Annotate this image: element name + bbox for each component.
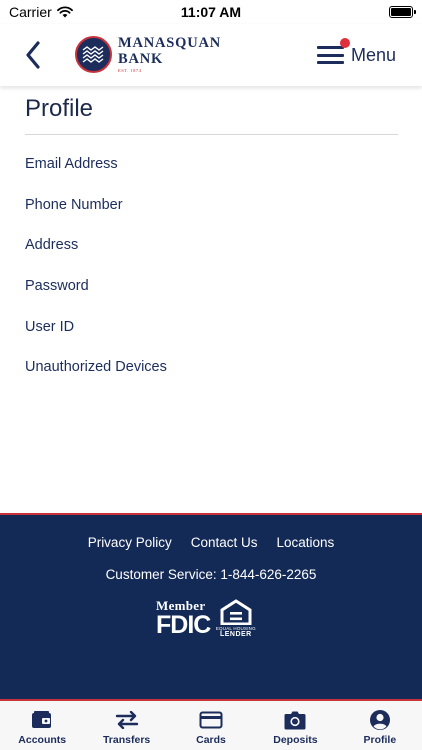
- site-footer: Privacy Policy Contact Us Locations Cust…: [0, 513, 422, 699]
- credit-card-icon: [199, 709, 223, 731]
- equal-housing-lender-logo: EQUAL HOUSING LENDER: [216, 599, 256, 638]
- footer-links: Privacy Policy Contact Us Locations: [0, 535, 422, 550]
- status-bar: Carrier 11:07 AM: [0, 0, 422, 24]
- transfer-arrows-icon: [115, 709, 139, 731]
- profile-item-user-id[interactable]: User ID: [25, 317, 167, 358]
- logo-mark-icon: [75, 36, 112, 74]
- tab-accounts[interactable]: Accounts: [0, 701, 84, 750]
- privacy-policy-link[interactable]: Privacy Policy: [88, 535, 172, 550]
- status-left: Carrier: [9, 4, 73, 20]
- tab-label: Transfers: [102, 734, 151, 746]
- page-title: Profile: [25, 95, 94, 122]
- tab-label: Deposits: [273, 734, 318, 746]
- menu-label: Menu: [350, 44, 396, 65]
- chevron-left-icon: [26, 41, 40, 69]
- menu-button[interactable]: Menu: [316, 38, 396, 70]
- contact-us-link[interactable]: Contact Us: [191, 535, 258, 550]
- profile-item-address[interactable]: Address: [25, 235, 167, 276]
- profile-options-list: Email Address Phone Number Address Passw…: [25, 154, 167, 398]
- bank-logo[interactable]: MANASQUAN BANK EST. 1874: [75, 36, 221, 74]
- battery-icon: [389, 6, 416, 18]
- wallet-icon: [30, 709, 54, 731]
- back-button[interactable]: [20, 40, 46, 70]
- tab-label: Cards: [196, 734, 226, 746]
- fdic-logo: Member FDIC: [156, 599, 211, 639]
- app-header: MANASQUAN BANK EST. 1874 Menu: [0, 24, 422, 86]
- notification-dot: [339, 38, 350, 48]
- fdic-text: FDIC: [156, 611, 211, 639]
- carrier-label: Carrier: [9, 4, 52, 20]
- tab-cards[interactable]: Cards: [169, 701, 253, 750]
- title-divider: [25, 134, 398, 135]
- tab-profile[interactable]: Profile: [338, 701, 422, 750]
- locations-link[interactable]: Locations: [277, 535, 335, 550]
- profile-item-email-address[interactable]: Email Address: [25, 154, 167, 195]
- camera-icon: [283, 709, 307, 731]
- tab-deposits[interactable]: Deposits: [253, 701, 337, 750]
- logo-text: MANASQUAN BANK EST. 1874: [118, 36, 221, 74]
- wifi-icon: [56, 6, 73, 18]
- logo-established: EST. 1874: [118, 68, 142, 73]
- profile-item-password[interactable]: Password: [25, 276, 167, 317]
- tab-transfers[interactable]: Transfers: [84, 701, 168, 750]
- profile-item-unauthorized-devices[interactable]: Unauthorized Devices: [25, 357, 167, 398]
- logo-name-line1: MANASQUAN: [118, 35, 222, 51]
- equal-housing-icon: [220, 599, 252, 625]
- tab-label: Accounts: [18, 734, 67, 746]
- bottom-tab-bar: Accounts Transfers Cards Deposits Profil…: [0, 699, 422, 750]
- footer-badges: Member FDIC EQUAL HOUSING LENDER: [156, 599, 256, 639]
- customer-service-phone[interactable]: Customer Service: 1-844-626-2265: [0, 567, 422, 582]
- tab-label: Profile: [363, 734, 397, 746]
- profile-item-phone-number[interactable]: Phone Number: [25, 195, 167, 236]
- hamburger-icon: [316, 38, 350, 65]
- ehl-big-text: LENDER: [219, 631, 252, 638]
- logo-name-line2: BANK: [118, 50, 164, 67]
- user-circle-icon: [368, 709, 392, 731]
